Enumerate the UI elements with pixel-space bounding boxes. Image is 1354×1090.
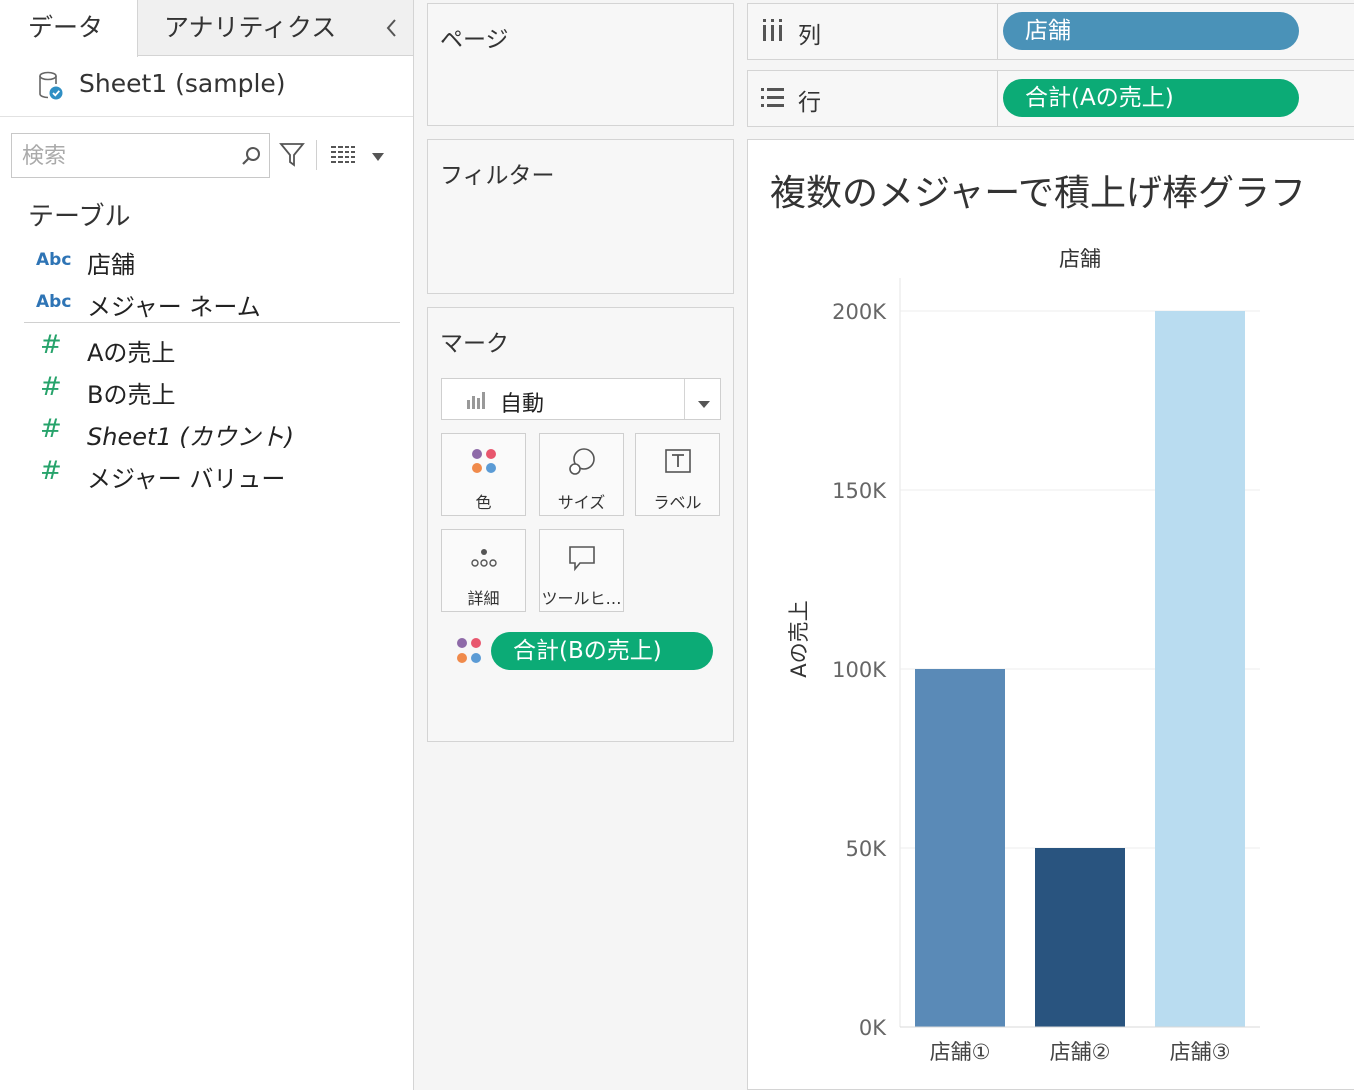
y-tick-label: 150K	[832, 479, 887, 503]
tooltip-button-label: ツールヒ…	[541, 589, 622, 608]
field-name: Aの売上	[87, 339, 176, 367]
y-axis-label: Aの売上	[787, 600, 811, 677]
list-view-icon[interactable]	[330, 144, 356, 166]
detail-dots-icon	[468, 542, 500, 574]
field-name: Sheet1 (カウント)	[87, 423, 295, 451]
marks-title: マーク	[440, 331, 509, 357]
select-divider	[684, 379, 685, 419]
database-icon	[36, 70, 66, 102]
tooltip-button[interactable]: ツールヒ…	[539, 529, 624, 612]
filters-title: フィルター	[440, 163, 555, 189]
label-button-label: ラベル	[653, 493, 702, 512]
y-tick-label: 100K	[832, 658, 887, 682]
rows-shelf[interactable]: 行 合計(Aの売上)	[747, 70, 1354, 127]
field-measure[interactable]: # Sheet1 (カウント)	[0, 412, 400, 452]
y-tick-label: 0K	[859, 1016, 887, 1040]
color-palette-icon	[454, 636, 484, 666]
filters-shelf[interactable]: フィルター	[427, 139, 734, 294]
tables-section-title: テーブル	[28, 202, 131, 232]
field-name: メジャー バリュー	[87, 465, 286, 493]
datasource-name: Sheet1 (sample)	[79, 69, 286, 98]
column-header: 店舗	[1059, 247, 1101, 271]
mark-type-select[interactable]: 自動	[441, 378, 721, 420]
color-button-label: 色	[475, 493, 492, 512]
field-measure[interactable]: # Bの売上	[0, 370, 400, 410]
text-label-icon	[662, 446, 694, 478]
pages-shelf[interactable]: ページ	[427, 3, 734, 126]
field-name: Bの売上	[87, 381, 176, 409]
chevron-down-icon[interactable]	[370, 148, 386, 161]
data-pane-tabs: データ アナリティクス	[0, 0, 413, 57]
y-tick-label: 50K	[846, 837, 888, 861]
worksheet-view: 複数のメジャーで積上げ棒グラフ 店舗 0K 50K 100K 150K 200K Aの売上店…	[747, 139, 1354, 1090]
x-tick-label: 店舗②	[1050, 1040, 1111, 1064]
search-box[interactable]	[11, 133, 270, 178]
columns-shelf[interactable]: 列 店舗	[747, 3, 1354, 60]
mark-type-label: 自動	[500, 392, 545, 417]
pages-title: ページ	[440, 27, 509, 53]
field-measure[interactable]: # Aの売上	[0, 328, 400, 368]
size-button-label: サイズ	[557, 493, 606, 512]
toolbar-separator	[316, 140, 317, 170]
columns-icon	[760, 18, 786, 44]
tooltip-speech-bubble-icon	[566, 542, 598, 574]
marks-card: マーク 自動 色 サイズ ラベル 詳細 ツールヒ… 合計(Bの売上)	[427, 307, 734, 742]
size-icon	[566, 446, 598, 478]
rows-shelf-label: 行	[798, 90, 821, 116]
rows-icon	[760, 85, 786, 111]
x-tick-label: 店舗③	[1170, 1040, 1231, 1064]
detail-button-label: 詳細	[467, 589, 500, 608]
detail-button[interactable]: 詳細	[441, 529, 526, 612]
field-dimension[interactable]: Abc 店舗	[0, 240, 400, 280]
field-measure[interactable]: # メジャー バリュー	[0, 454, 400, 494]
field-name: メジャー ネーム	[87, 293, 261, 321]
number-type-icon: #	[40, 372, 62, 402]
datasource-row[interactable]: Sheet1 (sample)	[0, 57, 413, 117]
size-button[interactable]: サイズ	[539, 433, 624, 516]
string-type-icon: Abc	[36, 292, 72, 312]
columns-shelf-label: 列	[798, 23, 821, 49]
chevron-down-icon[interactable]	[696, 395, 712, 408]
number-type-icon: #	[40, 330, 62, 360]
x-tick-label: 店舗①	[930, 1040, 991, 1064]
color-palette-icon	[468, 446, 500, 478]
tab-data[interactable]: データ	[0, 0, 138, 57]
string-type-icon: Abc	[36, 250, 72, 270]
y-tick-label: 200K	[832, 300, 887, 324]
bar	[1035, 848, 1125, 1027]
columns-field-pill[interactable]: 店舗	[1003, 12, 1299, 50]
bar-chart: 店舗 0K 50K 100K 150K 200K Aの売上店舗① 店舗② 店舗③	[787, 247, 1260, 1064]
filter-icon[interactable]	[279, 141, 305, 169]
rows-field-pill[interactable]: 合計(Aの売上)	[1003, 79, 1299, 117]
bar	[1155, 311, 1245, 1027]
data-pane: データ アナリティクス Sheet1 (sample) 検索 テーブル Abc …	[0, 0, 414, 1090]
color-button[interactable]: 色	[441, 433, 526, 516]
bar-chart-icon	[466, 390, 488, 410]
field-name: 店舗	[87, 251, 135, 279]
color-field-pill[interactable]: 合計(Bの売上)	[491, 632, 713, 670]
number-type-icon: #	[40, 456, 62, 486]
columns-shelf-label-area: 列	[748, 4, 998, 59]
label-button[interactable]: ラベル	[635, 433, 720, 516]
field-dimension[interactable]: Abc メジャー ネーム	[0, 282, 400, 322]
search-icon[interactable]	[240, 144, 264, 168]
rows-shelf-label-area: 行	[748, 71, 998, 126]
dimension-measure-divider	[24, 322, 400, 323]
bar	[915, 669, 1005, 1027]
chevron-left-icon[interactable]	[380, 14, 404, 42]
number-type-icon: #	[40, 414, 62, 444]
tab-analytics[interactable]: アナリティクス	[138, 0, 378, 56]
search-input[interactable]	[22, 140, 232, 172]
